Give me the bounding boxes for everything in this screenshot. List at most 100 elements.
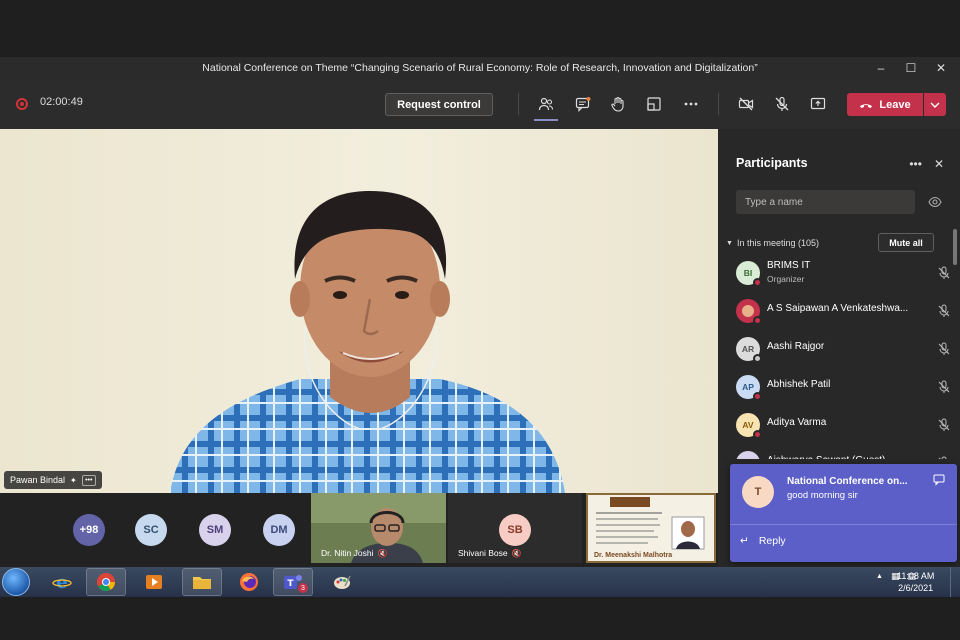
close-window-button[interactable]: ✕ [926, 57, 956, 79]
section-label: In this meeting (105) [736, 238, 819, 248]
tile-name: Dr. Nitin Joshi [321, 548, 374, 558]
mic-off-icon[interactable] [937, 304, 951, 318]
raise-hand-icon[interactable] [606, 93, 630, 115]
panel-more-icon[interactable]: ••• [909, 157, 922, 171]
shared-slide-tile[interactable]: Dr. Meenakshi Malhotra [586, 493, 716, 563]
participant-role: Organizer [767, 274, 805, 284]
media-player-icon[interactable] [134, 568, 174, 596]
mic-off-icon[interactable] [937, 380, 951, 394]
teams-icon[interactable]: T 3 [273, 568, 313, 596]
reply-arrow-icon: ↵ [740, 535, 749, 547]
video-tile[interactable]: SB Shivani Bose 🔇 [448, 493, 582, 563]
participant-row[interactable]: AP Abhishek Patil [736, 373, 951, 403]
phone-hangup-icon [860, 103, 873, 108]
toolbar-divider [518, 93, 519, 115]
svg-text:e: e [56, 572, 67, 592]
avatar-initials: AV [742, 420, 754, 430]
participant-name: Abhishek Patil [767, 379, 831, 390]
participant-search-input[interactable] [736, 190, 915, 214]
avatar: AP [736, 375, 762, 401]
letterbox-bottom [0, 597, 960, 640]
profile-photo-icon [742, 305, 754, 317]
main-video-stage [0, 129, 718, 493]
participant-row[interactable]: A S Saipawan A Venkateshwa... [736, 297, 951, 327]
speaker-more-icon[interactable]: ••• [81, 474, 96, 486]
overflow-participants-badge[interactable]: +98 [73, 514, 105, 546]
minimize-button[interactable]: – [866, 57, 896, 79]
participant-name: Aashi Rajgor [767, 341, 825, 352]
speaker-name: Pawan Bindal [10, 475, 66, 485]
tray-expand-icon[interactable]: ▲ [876, 573, 883, 580]
toolbar-divider [718, 93, 719, 115]
chat-icon[interactable] [933, 474, 945, 486]
request-control-button[interactable]: Request control [385, 93, 493, 116]
clock-date: 2/6/2021 [898, 583, 934, 593]
show-desktop-button[interactable] [950, 567, 960, 597]
participant-row[interactable]: AS Aishwarya Sawant (Guest) [736, 449, 948, 459]
file-explorer-icon[interactable] [182, 568, 222, 596]
camera-off-icon[interactable] [734, 93, 758, 115]
toast-message: good morning sir [787, 490, 858, 501]
internet-explorer-icon[interactable]: e [42, 568, 82, 596]
letterbox-top [0, 0, 960, 57]
start-button[interactable] [2, 568, 30, 596]
avatar: AV [736, 413, 762, 439]
teams-notification-badge: 3 [298, 583, 308, 593]
speaker-name-label: Pawan Bindal ✦ ••• [4, 471, 102, 489]
mic-off-icon[interactable] [937, 342, 951, 356]
participant-name: Aditya Varma [767, 417, 827, 428]
panel-title: Participants [736, 156, 808, 170]
participant-row[interactable]: BI BRIMS IT Organizer [736, 259, 951, 289]
participant-name: BRIMS IT [767, 260, 811, 271]
taskbar-clock[interactable]: 11:08 AM 2/6/2021 [897, 570, 934, 594]
panel-scrollbar[interactable] [953, 229, 957, 265]
toast-divider [730, 524, 957, 525]
participants-icon[interactable] [534, 93, 558, 115]
participant-row[interactable]: AV Aditya Varma [736, 411, 951, 441]
leave-options-chevron-icon[interactable] [924, 93, 946, 116]
in-meeting-section-toggle[interactable]: ▼ In this meeting (105) [726, 238, 819, 248]
paint-icon[interactable] [322, 568, 362, 596]
avatar[interactable]: SC [135, 514, 167, 546]
meeting-toolbar: 02:00:49 Request control Leave [0, 79, 960, 129]
window-title: National Conference on Theme “Changing S… [202, 62, 758, 74]
avatar: AS [736, 451, 760, 459]
leave-label: Leave [879, 98, 911, 111]
share-invite-icon[interactable] [928, 195, 942, 209]
presence-status-icon [753, 354, 762, 363]
avatar-initials: AP [742, 382, 754, 392]
svg-text:T: T [287, 579, 294, 589]
avatar-initials: AS [742, 458, 754, 459]
participant-row[interactable]: AR Aashi Rajgor [736, 335, 951, 365]
participants-active-indicator [534, 119, 558, 121]
slide-caption: Dr. Meenakshi Malhotra [594, 552, 673, 559]
toast-title: National Conference on... [787, 476, 908, 487]
mic-off-icon[interactable] [937, 266, 951, 280]
presence-status-icon [753, 430, 762, 439]
presence-status-icon [753, 316, 762, 325]
mic-off-icon[interactable] [770, 93, 794, 115]
avatar[interactable]: SM [199, 514, 231, 546]
avatar[interactable]: DM [263, 514, 295, 546]
participant-strip: +98 SC SM DM Dr. Nitin Joshi 🔇 SB Shivan… [0, 493, 718, 567]
speaker-video-feed [170, 191, 565, 493]
breakout-rooms-icon[interactable] [642, 93, 666, 115]
maximize-button[interactable]: ☐ [896, 57, 926, 79]
mic-off-icon[interactable] [937, 418, 951, 432]
reply-button[interactable]: ↵ Reply [740, 535, 786, 547]
more-actions-icon[interactable] [679, 93, 703, 115]
mic-off-icon[interactable] [937, 456, 948, 459]
share-screen-icon[interactable] [806, 93, 830, 115]
chat-icon[interactable] [571, 93, 595, 115]
chat-notification-toast[interactable]: T National Conference on... good morning… [730, 464, 957, 562]
avatar: BI [736, 261, 762, 287]
avatar: AR [736, 337, 762, 363]
presence-status-icon [753, 392, 762, 401]
avatar-initials: AR [741, 344, 755, 354]
leave-button[interactable]: Leave [847, 93, 923, 116]
mute-all-button[interactable]: Mute all [878, 233, 934, 252]
video-tile[interactable]: Dr. Nitin Joshi 🔇 [311, 493, 446, 563]
firefox-icon[interactable] [229, 568, 269, 596]
chrome-icon[interactable] [86, 568, 126, 596]
close-icon[interactable]: ✕ [934, 157, 944, 171]
